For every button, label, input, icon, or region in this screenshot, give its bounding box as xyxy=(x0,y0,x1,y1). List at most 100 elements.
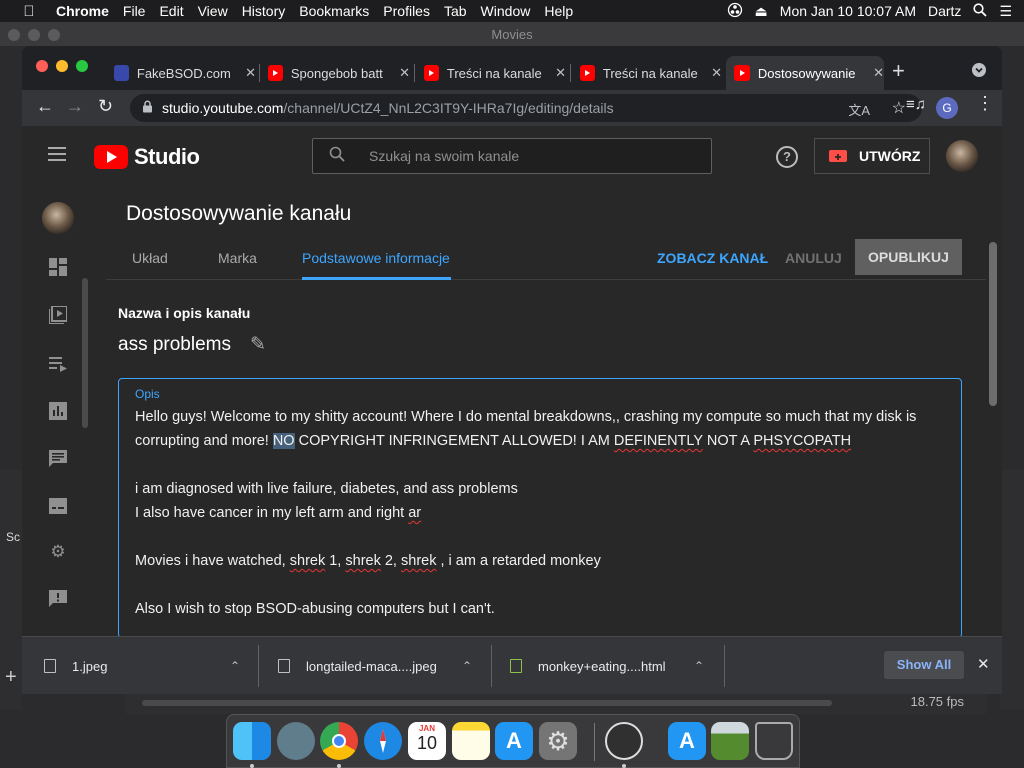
preview-icon[interactable] xyxy=(711,722,749,760)
content-icon[interactable] xyxy=(48,305,68,326)
subtitles-icon[interactable] xyxy=(48,498,68,518)
menu-edit[interactable]: Edit xyxy=(159,3,183,19)
close-tab-icon[interactable]: ✕ xyxy=(873,65,884,81)
tab-fakebsod[interactable]: FakeBSOD.com ✕ xyxy=(106,56,256,90)
download-item[interactable]: 1.jpeg ⌃ xyxy=(44,637,254,694)
obs-icon[interactable] xyxy=(605,722,643,760)
sidebar-scrollbar[interactable] xyxy=(82,278,88,428)
studio-logo-text: Studio xyxy=(134,144,200,169)
menu-file[interactable]: File xyxy=(123,3,146,19)
chevron-up-icon[interactable]: ⌃ xyxy=(694,659,704,673)
description-line: I also have cancer in my left arm and ri… xyxy=(135,505,421,521)
forward-icon[interactable]: → xyxy=(66,96,84,117)
obs-status-icon[interactable] xyxy=(727,2,743,21)
zoom-window-icon[interactable] xyxy=(76,60,88,72)
playlists-icon[interactable] xyxy=(48,354,68,374)
control-center-icon[interactable]: ☰ xyxy=(999,3,1012,20)
finder-icon[interactable] xyxy=(233,722,271,760)
menu-profiles[interactable]: Profiles xyxy=(383,3,430,19)
analytics-icon[interactable] xyxy=(48,402,68,422)
studio-sidebar: ⚙ xyxy=(22,188,94,636)
menu-view[interactable]: View xyxy=(198,3,228,19)
media-control-icon[interactable]: ≡♫ xyxy=(906,96,926,113)
tab-spongebob[interactable]: Spongebob batt ✕ xyxy=(260,56,410,90)
profile-avatar[interactable]: G xyxy=(936,97,958,119)
chevron-up-icon[interactable]: ⌃ xyxy=(230,659,240,673)
tab-layout[interactable]: Układ xyxy=(132,250,168,266)
notes-icon[interactable] xyxy=(452,722,490,760)
channel-search-input[interactable]: Szukaj na swoim kanale xyxy=(312,138,712,174)
minimize-window-icon[interactable] xyxy=(56,60,68,72)
download-item[interactable]: monkey+eating....html ⌃ xyxy=(510,637,720,694)
tab-branding[interactable]: Marka xyxy=(218,250,257,266)
menu-history[interactable]: History xyxy=(242,3,286,19)
translate-icon[interactable]: 文A xyxy=(848,100,870,119)
calendar-icon[interactable]: JAN 10 xyxy=(408,722,446,760)
menubar-clock[interactable]: Mon Jan 10 10:07 AM xyxy=(780,3,916,19)
help-icon[interactable]: ? xyxy=(776,146,798,168)
tab-dostosowywanie[interactable]: Dostosowywanie ✕ xyxy=(726,56,884,90)
edit-pencil-icon[interactable]: ✎ xyxy=(250,333,266,356)
page-scrollbar[interactable] xyxy=(989,242,997,406)
comments-icon[interactable] xyxy=(48,450,68,470)
launchpad-icon[interactable] xyxy=(277,722,315,760)
close-tab-icon[interactable]: ✕ xyxy=(555,65,566,81)
close-tab-icon[interactable]: ✕ xyxy=(711,65,722,81)
close-window-icon[interactable] xyxy=(36,60,48,72)
studio-header: Studio Szukaj na swoim kanale ? UTWÓRZ xyxy=(22,126,1002,188)
close-tab-icon[interactable]: ✕ xyxy=(245,65,256,81)
eject-icon[interactable]: ⏏ xyxy=(755,3,768,20)
create-button[interactable]: UTWÓRZ xyxy=(814,138,930,174)
close-download-bar-icon[interactable]: ✕ xyxy=(977,655,990,673)
spotlight-icon[interactable] xyxy=(973,2,988,20)
download-divider xyxy=(491,645,492,687)
download-item[interactable]: longtailed-maca....jpeg ⌃ xyxy=(278,637,488,694)
show-all-button[interactable]: Show All xyxy=(884,651,964,679)
address-bar[interactable]: studio.youtube.com/channel/UCtZ4_NnL2C3I… xyxy=(130,94,922,122)
description-line: Also I wish to stop BSOD-abusing compute… xyxy=(135,601,495,617)
tab-tresci-2[interactable]: Treści na kanale ✕ xyxy=(572,56,722,90)
menu-help[interactable]: Help xyxy=(544,3,573,19)
apple-icon[interactable]:  xyxy=(18,3,40,20)
feedback-icon[interactable] xyxy=(48,590,68,610)
chrome-menu-icon[interactable]: ⋮ xyxy=(976,93,994,114)
add-icon[interactable]: + xyxy=(5,666,17,689)
account-avatar[interactable] xyxy=(946,140,978,172)
back-icon[interactable]: ← xyxy=(36,96,54,117)
hamburger-menu-icon[interactable] xyxy=(48,147,66,161)
channel-avatar[interactable] xyxy=(42,202,74,234)
view-channel-button[interactable]: ZOBACZ KANAŁ xyxy=(657,250,768,266)
description-textarea[interactable]: Opis Hello guys! Welcome to my shitty ac… xyxy=(118,378,962,636)
publish-button[interactable]: OPUBLIKUJ xyxy=(855,239,962,275)
close-tab-icon[interactable]: ✕ xyxy=(399,65,410,81)
description-line: Hello guys! Welcome to my shitty account… xyxy=(135,409,917,425)
bookmark-star-icon[interactable]: ☆ xyxy=(892,98,906,118)
browser-toolbar: ← → ↻ studio.youtube.com/channel/UCtZ4_N… xyxy=(22,90,1002,126)
background-scrollbar[interactable] xyxy=(142,700,832,706)
menu-window[interactable]: Window xyxy=(481,3,531,19)
tab-search-icon[interactable] xyxy=(972,63,986,77)
app-store-icon-2[interactable]: A xyxy=(668,722,706,760)
cancel-button[interactable]: ANULUJ xyxy=(785,250,842,266)
tab-basic-info[interactable]: Podstawowe informacje xyxy=(302,250,450,266)
text-run: I also have cancer in my left arm and ri… xyxy=(135,505,409,521)
search-icon xyxy=(329,146,349,166)
menubar-user[interactable]: Dartz xyxy=(928,3,961,19)
menu-bookmarks[interactable]: Bookmarks xyxy=(299,3,369,19)
tab-tresci-1[interactable]: Treści na kanale ✕ xyxy=(416,56,566,90)
new-tab-icon[interactable]: + xyxy=(892,58,905,84)
chrome-icon[interactable] xyxy=(320,722,358,760)
system-preferences-icon[interactable]: ⚙ xyxy=(539,722,577,760)
dashboard-icon[interactable] xyxy=(48,258,68,278)
settings-icon[interactable]: ⚙ xyxy=(48,542,68,562)
chevron-up-icon[interactable]: ⌃ xyxy=(462,659,472,673)
reload-icon[interactable]: ↻ xyxy=(98,96,113,117)
trash-icon[interactable] xyxy=(755,722,793,760)
youtube-studio-logo[interactable]: Studio xyxy=(94,144,200,170)
calendar-month: JAN xyxy=(418,724,435,733)
safari-icon[interactable] xyxy=(364,722,402,760)
lock-icon[interactable] xyxy=(142,100,154,116)
menu-chrome[interactable]: Chrome xyxy=(56,3,109,19)
app-store-icon[interactable]: A xyxy=(495,722,533,760)
menu-tab[interactable]: Tab xyxy=(444,3,467,19)
